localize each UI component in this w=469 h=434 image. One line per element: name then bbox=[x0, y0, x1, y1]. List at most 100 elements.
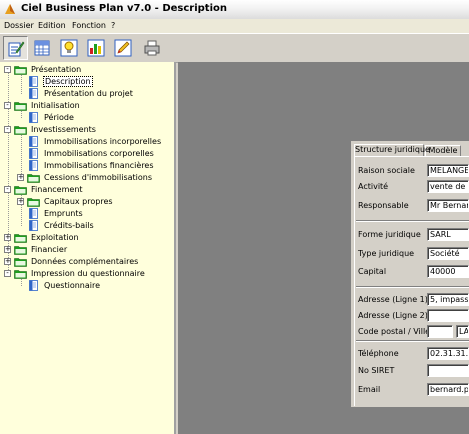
field-label: Type juridique bbox=[358, 249, 415, 258]
tree-item-label: Exploitation bbox=[31, 233, 79, 242]
folder-icon bbox=[14, 102, 27, 111]
folder-icon bbox=[27, 174, 40, 183]
tab-modele-label: Modèle bbox=[428, 146, 458, 155]
page-icon bbox=[29, 208, 38, 219]
tab-structure-juridique[interactable]: Structure juridique bbox=[354, 144, 430, 156]
tree-item-label: Cessions d'immobilisations bbox=[44, 173, 153, 182]
city-field[interactable]: LA bbox=[456, 325, 469, 338]
folder-icon bbox=[14, 126, 27, 135]
collapse-toggle[interactable]: - bbox=[4, 126, 11, 133]
page-icon bbox=[29, 136, 38, 147]
menu-fonction[interactable]: Fonction bbox=[72, 21, 106, 30]
text-field[interactable]: bernard.plu bbox=[427, 383, 469, 396]
tree-item-label: Impression du questionnaire bbox=[31, 269, 145, 278]
tree-page-item[interactable]: Immobilisations incorporelles bbox=[17, 136, 170, 148]
expand-toggle[interactable]: + bbox=[17, 174, 24, 181]
text-field[interactable] bbox=[427, 364, 469, 377]
collapse-toggle[interactable]: - bbox=[4, 66, 11, 73]
tree-item-label: Questionnaire bbox=[44, 281, 101, 290]
collapse-toggle[interactable]: - bbox=[4, 186, 11, 193]
tree-item-label: Financement bbox=[31, 185, 83, 194]
page-icon bbox=[29, 220, 38, 231]
tree-item-label: Immobilisations corporelles bbox=[44, 149, 154, 158]
tree-page-item[interactable]: Présentation du projet bbox=[17, 88, 170, 100]
window-title: Ciel Business Plan v7.0 - Description bbox=[21, 3, 227, 14]
field-label: Forme juridique bbox=[358, 230, 421, 239]
tree-folder-item[interactable]: + Financier bbox=[4, 244, 170, 256]
toolbar bbox=[0, 33, 469, 63]
text-field[interactable]: 40000 bbox=[427, 265, 469, 278]
folder-icon bbox=[14, 270, 27, 279]
tree-page-item[interactable]: Période bbox=[17, 112, 170, 124]
collapse-toggle[interactable]: - bbox=[4, 102, 11, 109]
text-field[interactable]: 02.31.31.1 bbox=[427, 347, 469, 360]
tree-page-item[interactable]: Emprunts bbox=[17, 208, 170, 220]
spreadsheet-icon bbox=[34, 40, 50, 56]
print-button[interactable] bbox=[140, 36, 165, 60]
page-icon bbox=[29, 88, 38, 99]
field-label: Code postal / Ville bbox=[358, 327, 431, 336]
tree-page-item[interactable]: Immobilisations financières bbox=[17, 160, 170, 172]
printer-icon bbox=[144, 40, 160, 56]
collapse-toggle[interactable]: - bbox=[4, 270, 11, 277]
lightbulb-button[interactable] bbox=[57, 36, 82, 60]
tree-item-label: Présentation bbox=[31, 65, 82, 74]
tree-folder-item[interactable]: - Présentation bbox=[4, 64, 170, 76]
expand-toggle[interactable]: + bbox=[4, 246, 11, 253]
folder-icon bbox=[14, 186, 27, 195]
text-field[interactable]: SARL bbox=[427, 228, 469, 241]
text-field[interactable] bbox=[427, 309, 469, 322]
bar-chart-button[interactable] bbox=[84, 36, 109, 60]
group-separator bbox=[356, 340, 469, 342]
folder-icon bbox=[27, 198, 40, 207]
menu-help[interactable]: ? bbox=[111, 21, 115, 30]
text-field[interactable]: 5, impasse bbox=[427, 293, 469, 306]
page-icon bbox=[29, 148, 38, 159]
page-icon bbox=[29, 76, 38, 87]
text-field[interactable] bbox=[427, 325, 453, 338]
folder-icon bbox=[14, 258, 27, 267]
tree-item-label: Crédits-bails bbox=[44, 221, 94, 230]
text-field[interactable]: Mr Bernard bbox=[427, 199, 469, 212]
text-field[interactable]: MELANGEUR bbox=[427, 164, 469, 177]
tree-item-label: Capitaux propres bbox=[44, 197, 113, 206]
description-form: Structure juridique Modèle Raison social… bbox=[351, 141, 469, 407]
text-field[interactable]: Société bbox=[427, 247, 469, 260]
menu-edition[interactable]: Edition bbox=[38, 21, 66, 30]
tree-folder-item[interactable]: - Initialisation bbox=[4, 100, 170, 112]
tree-folder-item[interactable]: + Exploitation bbox=[4, 232, 170, 244]
spreadsheet-button[interactable] bbox=[30, 36, 55, 60]
pencil-icon bbox=[114, 39, 132, 57]
tree-folder-item[interactable]: - Financement bbox=[4, 184, 170, 196]
tree-folder-item[interactable]: - Impression du questionnaire bbox=[4, 268, 170, 280]
tree-page-item[interactable]: Immobilisations corporelles bbox=[17, 148, 170, 160]
tree-folder-item[interactable]: + Capitaux propres bbox=[17, 196, 170, 208]
edit-document-button[interactable] bbox=[3, 36, 28, 60]
tree-folder-item[interactable]: + Données complémentaires bbox=[4, 256, 170, 268]
field-label: Adresse (Ligne 1) bbox=[358, 295, 428, 304]
tree-item-label: Financier bbox=[31, 245, 68, 254]
folder-icon bbox=[14, 66, 27, 75]
text-field[interactable]: vente de m bbox=[427, 180, 469, 193]
field-label: Téléphone bbox=[358, 349, 399, 358]
tree-item-label: Immobilisations financières bbox=[44, 161, 154, 170]
tree-page-item[interactable]: Description bbox=[17, 76, 170, 88]
tree-item-label: Investissements bbox=[31, 125, 96, 134]
field-label: Capital bbox=[358, 267, 387, 276]
page-icon bbox=[29, 160, 38, 171]
tree-folder-item[interactable]: - Investissements bbox=[4, 124, 170, 136]
tab-structure-juridique-label: Structure juridique bbox=[355, 145, 430, 154]
menu-bar: Dossier Edition Fonction ? bbox=[0, 19, 469, 33]
tree-page-item[interactable]: Crédits-bails bbox=[17, 220, 170, 232]
title-bar: Ciel Business Plan v7.0 - Description bbox=[0, 0, 469, 20]
tree-folder-item[interactable]: + Cessions d'immobilisations bbox=[17, 172, 170, 184]
menu-dossier[interactable]: Dossier bbox=[4, 21, 34, 30]
tab-modele[interactable]: Modèle bbox=[425, 145, 461, 156]
bar-chart-icon bbox=[87, 39, 105, 57]
pencil-button[interactable] bbox=[111, 36, 136, 60]
expand-toggle[interactable]: + bbox=[4, 234, 11, 241]
expand-toggle[interactable]: + bbox=[17, 198, 24, 205]
tree-page-item[interactable]: Questionnaire bbox=[17, 280, 170, 292]
field-label: Responsable bbox=[358, 201, 409, 210]
expand-toggle[interactable]: + bbox=[4, 258, 11, 265]
